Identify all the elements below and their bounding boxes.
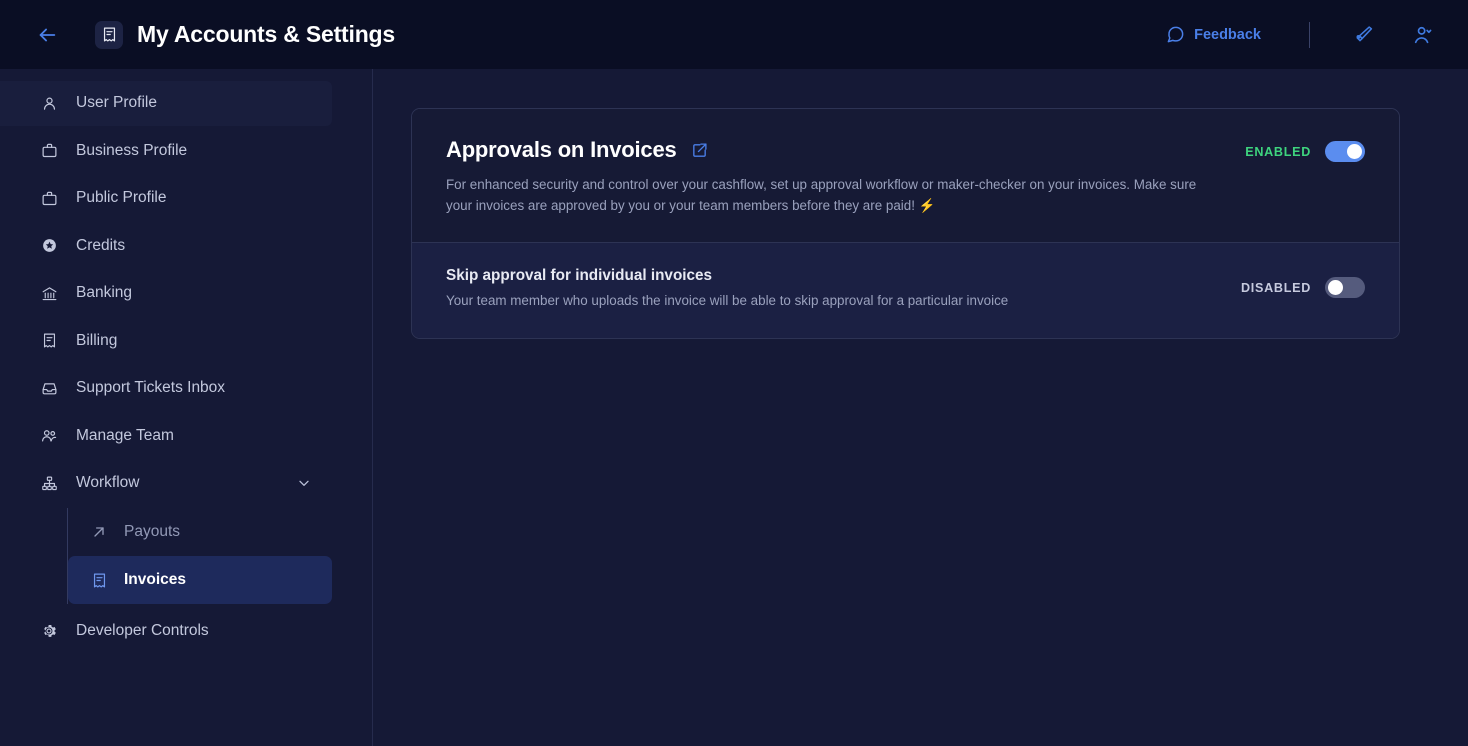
chevron-down-icon[interactable] (296, 475, 312, 491)
sidebar-item-label: Credits (76, 236, 126, 254)
sidebar-item-label: Support Tickets Inbox (76, 379, 226, 396)
sidebar-item-billing[interactable]: Billing (0, 318, 332, 363)
header-divider (1309, 21, 1310, 48)
top-header-bar: My Accounts & Settings Feedback (0, 0, 1468, 69)
skip-approval-text-block: Skip approval for individual invoices Yo… (446, 267, 1211, 308)
receipt-icon (40, 332, 58, 350)
skip-approval-toggle-label: DISABLED (1241, 280, 1311, 295)
header-actions: Feedback (1166, 20, 1438, 50)
approvals-settings-card: Approvals on Invoices For enhanced secur… (411, 108, 1400, 340)
bank-icon (40, 284, 58, 302)
skip-approval-section: Skip approval for individual invoices Yo… (412, 242, 1399, 339)
sidebar-item-label: Banking (76, 284, 133, 301)
sidebar-item-label: Invoices (124, 571, 187, 588)
sidebar-item-support-tickets-inbox[interactable]: Support Tickets Inbox (0, 366, 332, 411)
sidebar-item-label: Payouts (124, 523, 181, 540)
toggle-knob (1328, 280, 1343, 296)
approvals-text-block: Approvals on Invoices For enhanced secur… (446, 137, 1215, 216)
sidebar-item-manage-team[interactable]: Manage Team (0, 413, 332, 458)
sidebar-item-developer-controls[interactable]: Developer Controls (0, 608, 332, 653)
sidebar-item-banking[interactable]: Banking (0, 271, 332, 316)
approvals-title-row: Approvals on Invoices (446, 137, 1215, 163)
sidebar-item-label: User Profile (76, 94, 157, 111)
external-link-icon[interactable] (691, 142, 708, 159)
briefcase-icon (40, 142, 58, 160)
sidebar-item-label: Developer Controls (76, 621, 209, 639)
page-body: User Profile Business Profile Public Pro… (0, 69, 1468, 746)
sidebar-item-business-profile[interactable]: Business Profile (0, 128, 332, 173)
megaphone-icon[interactable] (1348, 20, 1378, 50)
sidebar-item-label: Business Profile (76, 141, 188, 159)
approvals-toggle-group: ENABLED (1215, 137, 1365, 162)
approvals-title: Approvals on Invoices (446, 137, 677, 162)
feedback-label: Feedback (1194, 26, 1261, 43)
sidebar-item-credits[interactable]: Credits (0, 223, 332, 268)
back-button[interactable] (34, 22, 60, 48)
sidebar-item-public-profile[interactable]: Public Profile (0, 176, 332, 221)
receipt-icon (95, 20, 123, 49)
feedback-button[interactable]: Feedback (1166, 25, 1261, 44)
sidebar-item-user-profile[interactable]: User Profile (0, 80, 332, 126)
skip-approval-toggle-group: DISABLED (1211, 277, 1365, 299)
toggle-knob (1347, 144, 1362, 159)
gear-icon (40, 622, 58, 640)
star-circle-icon (40, 237, 58, 255)
chat-bubble-icon (1166, 25, 1185, 44)
workflow-subnav: Payouts Invoices (67, 508, 372, 604)
sidebar-item-label: Workflow (76, 474, 140, 491)
sidebar-item-label: Billing (76, 331, 118, 349)
approvals-on-invoices-section: Approvals on Invoices For enhanced secur… (412, 109, 1399, 243)
skip-approval-title: Skip approval for individual invoices (446, 267, 713, 285)
page-title: My Accounts & Settings (137, 21, 395, 47)
sidebar-nav: User Profile Business Profile Public Pro… (0, 69, 373, 746)
briefcase-icon (40, 189, 58, 207)
sidebar-item-payouts[interactable]: Payouts (68, 508, 332, 556)
users-icon (40, 427, 58, 445)
sidebar-item-workflow[interactable]: Workflow (0, 461, 332, 506)
approvals-toggle-switch[interactable] (1325, 141, 1365, 162)
approvals-description: For enhanced security and control over y… (446, 177, 1197, 214)
sidebar-item-label: Manage Team (76, 426, 174, 444)
approvals-toggle-label: ENABLED (1245, 144, 1311, 159)
skip-approval-toggle-switch[interactable] (1325, 277, 1365, 299)
arrow-up-right-icon (90, 523, 108, 541)
sitemap-icon (40, 474, 58, 492)
inbox-icon (40, 379, 58, 397)
sidebar-item-label: Public Profile (76, 189, 167, 206)
main-content: Approvals on Invoices For enhanced secur… (373, 69, 1468, 746)
user-icon (40, 94, 58, 112)
skip-approval-description: Your team member who uploads the invoice… (446, 293, 1009, 309)
receipt-icon (90, 571, 108, 589)
sidebar-item-invoices[interactable]: Invoices (68, 556, 332, 604)
user-chevron-icon[interactable] (1408, 20, 1438, 50)
